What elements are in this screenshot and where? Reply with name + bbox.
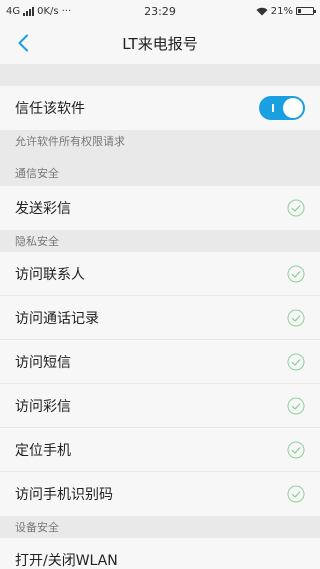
check-circle-icon[interactable] bbox=[287, 353, 305, 371]
status-bar: 4G 0K/s ··· 23:29 21% bbox=[0, 0, 320, 22]
permission-label: 打开/关闭WLAN bbox=[15, 553, 118, 569]
wifi-icon bbox=[256, 7, 268, 15]
chevron-left-icon bbox=[18, 34, 28, 52]
battery-icon bbox=[296, 7, 316, 15]
trust-row: 信任该软件 bbox=[0, 86, 320, 130]
permission-label: 访问彩信 bbox=[15, 398, 71, 415]
permission-wlan[interactable]: 打开/关闭WLAN bbox=[0, 538, 320, 569]
permission-contacts[interactable]: 访问联系人 bbox=[0, 252, 320, 296]
permission-location[interactable]: 定位手机 bbox=[0, 428, 320, 472]
section-header-privacy: 隐私安全 bbox=[0, 230, 320, 252]
check-circle-icon[interactable] bbox=[287, 309, 305, 327]
permission-label: 访问联系人 bbox=[15, 266, 85, 283]
trust-toggle[interactable] bbox=[259, 96, 305, 120]
battery-level bbox=[298, 9, 301, 13]
status-right: 21% bbox=[256, 5, 316, 17]
signal-icon bbox=[23, 6, 35, 16]
spacer bbox=[0, 64, 320, 86]
permission-label: 定位手机 bbox=[15, 442, 71, 459]
network-type: 4G bbox=[6, 5, 21, 17]
back-button[interactable] bbox=[10, 30, 36, 56]
more-notifications: ··· bbox=[61, 5, 72, 17]
section-header-device: 设备安全 bbox=[0, 516, 320, 538]
check-circle-icon[interactable] bbox=[287, 397, 305, 415]
status-left: 4G 0K/s ··· bbox=[6, 6, 71, 17]
check-circle-icon[interactable] bbox=[287, 485, 305, 503]
network-speed: 0K/s bbox=[37, 5, 59, 17]
screen: 4G 0K/s ··· 23:29 21% LT来电报号 信任该软件 允许软件所… bbox=[0, 0, 320, 569]
permission-mms[interactable]: 访问彩信 bbox=[0, 384, 320, 428]
trust-hint: 允许软件所有权限请求 bbox=[0, 130, 320, 152]
permission-label: 发送彩信 bbox=[15, 201, 71, 217]
trust-label: 信任该软件 bbox=[15, 101, 85, 117]
check-circle-icon[interactable] bbox=[287, 441, 305, 459]
permission-call-log[interactable]: 访问通话记录 bbox=[0, 296, 320, 340]
permission-device-id[interactable]: 访问手机识别码 bbox=[0, 472, 320, 516]
toggle-knob bbox=[283, 98, 303, 118]
section-header-communication: 通信安全 bbox=[0, 152, 320, 186]
check-circle-icon[interactable] bbox=[287, 199, 305, 217]
permission-label: 访问手机识别码 bbox=[15, 487, 113, 503]
check-circle-icon[interactable] bbox=[287, 265, 305, 283]
battery-percent: 21% bbox=[270, 5, 293, 17]
header: LT来电报号 bbox=[0, 22, 320, 64]
permission-sms[interactable]: 访问短信 bbox=[0, 340, 320, 384]
permission-send-mms[interactable]: 发送彩信 bbox=[0, 186, 320, 230]
permission-label: 访问通话记录 bbox=[15, 310, 99, 327]
page-title: LT来电报号 bbox=[122, 34, 198, 53]
permission-label: 访问短信 bbox=[15, 354, 71, 371]
toggle-on-mark bbox=[272, 104, 274, 112]
